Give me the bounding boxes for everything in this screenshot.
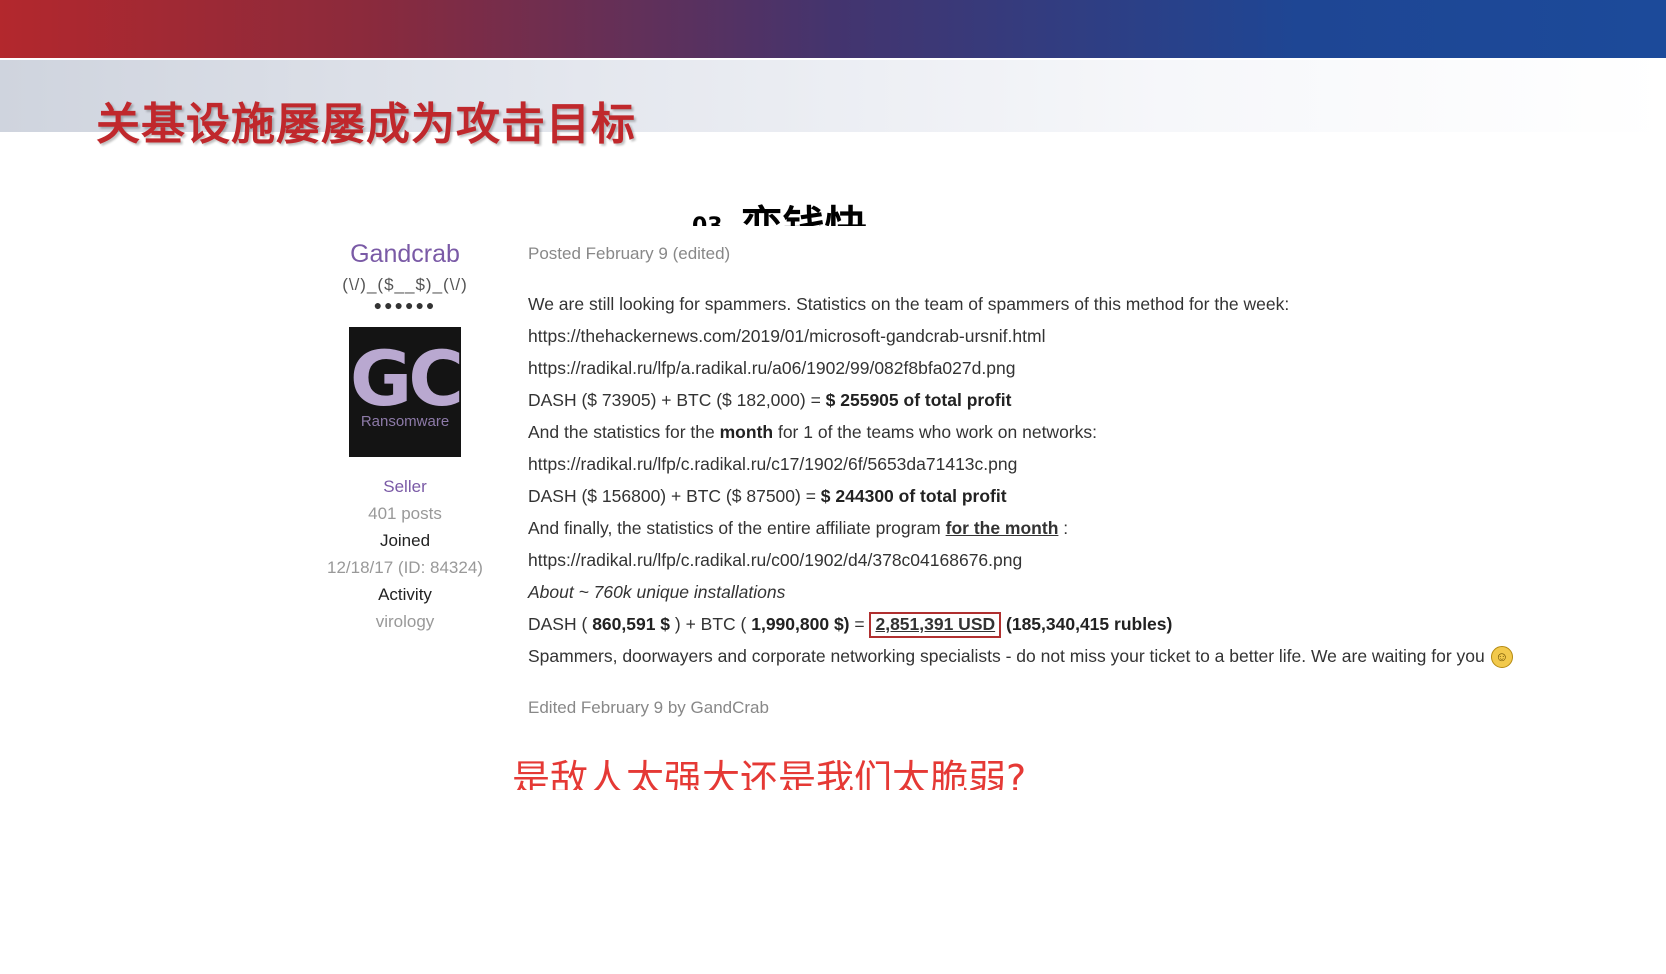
joined-label: Joined [379,531,431,550]
bold-segment: month [719,422,774,442]
activity-value: virology [375,612,435,631]
post-link[interactable]: https://thehackernews.com/2019/01/micros… [528,320,1496,352]
bold-segment: $ 255905 of total profit [825,390,1012,410]
post-content: Posted February 9 (edited) We are still … [528,238,1513,718]
post-link[interactable]: https://radikal.ru/lfp/c.radikal.ru/c00/… [528,544,1496,576]
avatar-subtext: Ransomware [360,413,450,430]
post-body: We are still looking for spammers. Stati… [528,288,1513,672]
text-segment: for 1 of the teams who work on networks: [773,422,1097,442]
bold-segment: $ 244300 of total profit [820,486,1007,506]
forum-post-screenshot: Gandcrab (\/)_($__$)_(\/) ●●●●●● GC Rans… [320,238,1513,736]
user-profile: Gandcrab (\/)_($__$)_(\/) ●●●●●● GC Rans… [320,238,490,632]
section-number: 03 [692,214,723,226]
text-segment: DASH ($ 156800) + BTC ($ 87500) = [528,486,821,506]
rank-dots: ●●●●●● [373,297,437,313]
edited-note: Edited February 9 by GandCrab [528,698,769,717]
post-link[interactable]: https://radikal.ru/lfp/c.radikal.ru/c17/… [528,448,1496,480]
bold-segment: 860,591 $ [592,614,671,634]
text-segment: DASH ( [528,614,593,634]
user-role: Seller [383,477,427,496]
highlighted-total: 2,851,391 USD [869,612,1002,638]
text-segment: DASH ($ 73905) + BTC ($ 182,000) = [528,390,826,410]
text-segment: Spammers, doorwayers and corporate netwo… [528,646,1485,666]
post-line: About ~ 760k unique installations [528,576,1496,608]
post-line: DASH ( 860,591 $ ) + BTC ( 1,990,800 $) … [528,608,1496,640]
posted-date: Posted February 9 (edited) [528,244,731,263]
joined-value: 12/18/17 (ID: 84324) [327,558,483,577]
post-line: DASH ($ 73905) + BTC ($ 182,000) = $ 255… [528,384,1496,416]
text-segment: ) + BTC ( [670,614,752,634]
user-title: (\/)_($__$)_(\/) [342,275,468,294]
username[interactable]: Gandcrab [320,240,490,269]
post-link[interactable]: https://radikal.ru/lfp/a.radikal.ru/a06/… [528,352,1496,384]
text-segment: : [1058,518,1069,538]
post-line: Spammers, doorwayers and corporate netwo… [528,640,1513,672]
post-count: 401 posts [368,504,442,523]
post-line: And the statistics for the month for 1 o… [528,416,1496,448]
slide-caption: 是敌人太强大还是我们太脆弱? [512,757,1027,790]
section-heading: 03 变钱快 [692,200,867,226]
text-segment: And finally, the statistics of the entir… [528,518,946,538]
post-line: And finally, the statistics of the entir… [528,512,1496,544]
text-segment: = [849,614,870,634]
avatar-logo-text: GC [349,334,461,423]
section-heading-text: 变钱快 [741,202,867,226]
post-line: DASH ($ 156800) + BTC ($ 87500) = $ 2443… [528,480,1496,512]
slide-title: 关基设施屡屡成为攻击目标 [96,99,636,150]
activity-label: Activity [378,585,432,604]
header-gradient-bar [0,0,1666,58]
avatar[interactable]: GC Ransomware [349,327,461,457]
bold-segment: 1,990,800 $) [751,614,850,634]
smiley-icon: ☺ [1490,646,1513,669]
post-line: We are still looking for spammers. Stati… [528,294,1290,314]
text-segment: And the statistics for the [528,422,720,442]
underlined-segment: for the month [945,518,1059,538]
italic-segment: About ~ 760k unique installations [528,582,786,602]
bold-segment: (185,340,415 rubles) [1001,614,1173,634]
